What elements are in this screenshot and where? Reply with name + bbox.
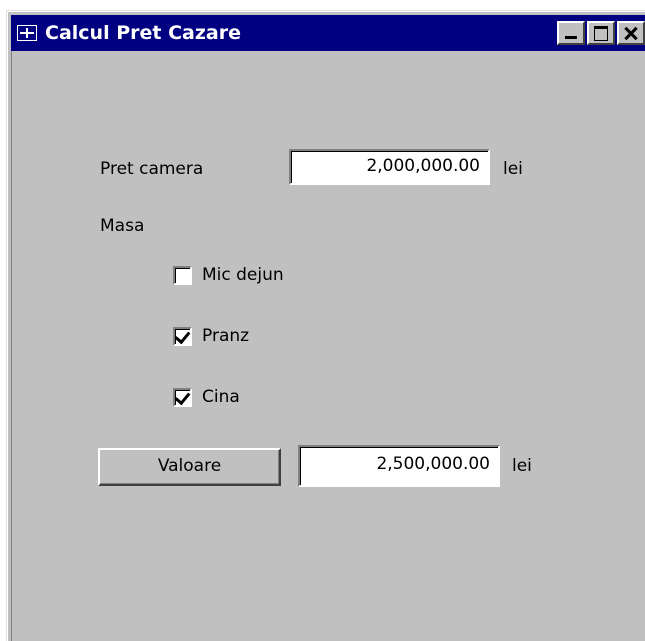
value-button[interactable]: Valoare: [98, 448, 281, 486]
meal-lunch[interactable]: Pranz: [173, 326, 249, 346]
meals-label: Masa: [100, 216, 145, 236]
title-bar[interactable]: Calcul Pret Cazare: [11, 15, 645, 51]
minimize-icon[interactable]: [557, 21, 585, 45]
calcul-pret-window: Calcul Pret Cazare Pret camera 2,000,000…: [6, 10, 645, 641]
room-price-label: Pret camera: [100, 159, 204, 179]
lunch-checkbox[interactable]: [173, 326, 192, 346]
close-icon[interactable]: [617, 21, 645, 45]
breakfast-label: Mic dejun: [202, 265, 284, 285]
dinner-checkbox[interactable]: [173, 387, 192, 407]
maximize-icon[interactable]: [587, 21, 615, 45]
form-window-icon[interactable]: [17, 25, 37, 41]
total-value-unit: lei: [512, 456, 532, 476]
lunch-label: Pranz: [202, 326, 250, 346]
meal-breakfast[interactable]: Mic dejun: [173, 265, 284, 285]
room-price-field[interactable]: 2,000,000.00: [289, 149, 490, 185]
dinner-label: Cina: [202, 387, 240, 407]
meal-dinner[interactable]: Cina: [173, 387, 240, 407]
window-controls: [555, 21, 645, 45]
total-value-field[interactable]: 2,500,000.00: [298, 445, 500, 487]
room-price-unit: lei: [503, 159, 523, 179]
window-left-border: [11, 51, 12, 641]
window-title: Calcul Pret Cazare: [45, 22, 241, 44]
breakfast-checkbox[interactable]: [173, 265, 192, 285]
